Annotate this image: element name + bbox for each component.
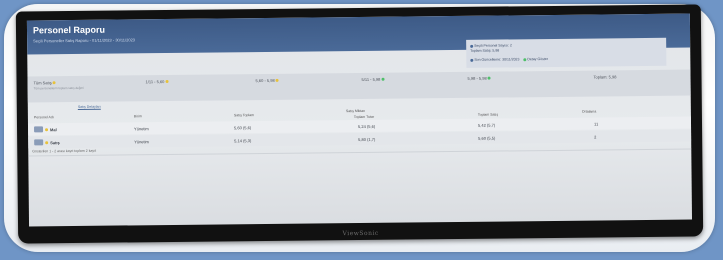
info-bullet-icon (470, 58, 474, 62)
tab-sales-details[interactable]: Satış Detayları (77, 104, 101, 110)
row-value: 5,14 (5,3) (234, 138, 252, 144)
row-name: Satış (50, 140, 60, 146)
row-count: 2 (594, 134, 597, 140)
yellow-dot-icon (165, 80, 169, 84)
avatar (34, 126, 44, 133)
yellow-dot-icon (45, 141, 49, 145)
divider (28, 148, 692, 157)
yellow-dot-icon (52, 81, 56, 85)
page-title: Personel Raporu (32, 24, 106, 36)
summary-cell: 5,98 - 5,98 (468, 76, 491, 81)
info-line-3-text: Son Güncelleme: 30/11/2023 (474, 57, 520, 62)
yellow-dot-icon (275, 79, 279, 83)
summary-cell-text: 1/11 - 5,60 (145, 79, 165, 85)
table-footer-note: Gösterilen 1 - 2 arası kayıt toplam 2 ka… (32, 148, 97, 154)
info-panel: Seçili Personel Sayısı: 2 Toplam Satış: … (466, 37, 667, 68)
summary-cell-text: 5,60 - 5,98 (255, 77, 275, 84)
column-header: Birim (133, 114, 142, 119)
green-dot-icon (487, 77, 491, 81)
row-name: Mal (50, 127, 57, 133)
summary-cell-text: 5,98 - 5,98 (467, 75, 487, 81)
column-header: Ortalama (581, 109, 597, 114)
summary-cell-text: 5/11 - 5,98 (361, 76, 381, 82)
row-value: 5,80 (1,7) (358, 136, 376, 143)
green-dot-icon (381, 78, 385, 82)
summary-cell: 5,60 - 5,98 (256, 78, 279, 83)
row-count: 11 (593, 121, 599, 127)
row-dept: Yönetim (134, 126, 149, 132)
info-line-1: Seçili Personel Sayısı: 2 (470, 43, 512, 48)
summary-label-text: Tüm Satış (33, 80, 52, 86)
summary-cell: 1/11 - 5,60 (146, 79, 169, 84)
page-subtitle: Seçili Personeller Satış Raporu - 01/11/… (33, 37, 136, 44)
column-header: Toplam Tutar (353, 114, 375, 120)
row-value: 5,42 (5,7) (477, 122, 496, 128)
monitor-frame: Personel Raporu Seçili Personeller Satış… (15, 4, 704, 244)
detail-link[interactable]: Detay Göster (527, 57, 548, 61)
row-value: 5,24 (5,6) (358, 123, 376, 130)
info-line-1-text: Seçili Personel Sayısı: 2 (474, 43, 512, 48)
row-dept: Yönetim (134, 139, 149, 145)
summary-total: Toplam: 5,98 (593, 74, 617, 80)
column-header: Personel Adı (33, 115, 54, 120)
summary-cell: 5/11 - 5,98 (362, 77, 385, 82)
column-header: Satış Miktarı (345, 108, 366, 114)
monitor-screen: Personel Raporu Seçili Personeller Satış… (26, 13, 693, 227)
summary-sublabel: Tüm personellerin toplam satış değeri (33, 85, 84, 91)
avatar (34, 139, 44, 146)
green-dot-icon (523, 57, 527, 61)
info-line-3: Son Güncelleme: 30/11/2023 Detay Göster (470, 57, 548, 62)
column-header: Satış Toplam (233, 113, 255, 118)
column-header: Toplam Satış (477, 112, 499, 117)
row-value: 5,60 (5,5) (478, 135, 496, 141)
info-bullet-icon (470, 44, 474, 48)
yellow-dot-icon (45, 128, 49, 132)
info-line-2: Toplam Satış: 5,98 (470, 48, 500, 53)
summary-label: Tüm Satış (34, 80, 56, 85)
row-value: 5,60 (5,6) (234, 125, 252, 131)
